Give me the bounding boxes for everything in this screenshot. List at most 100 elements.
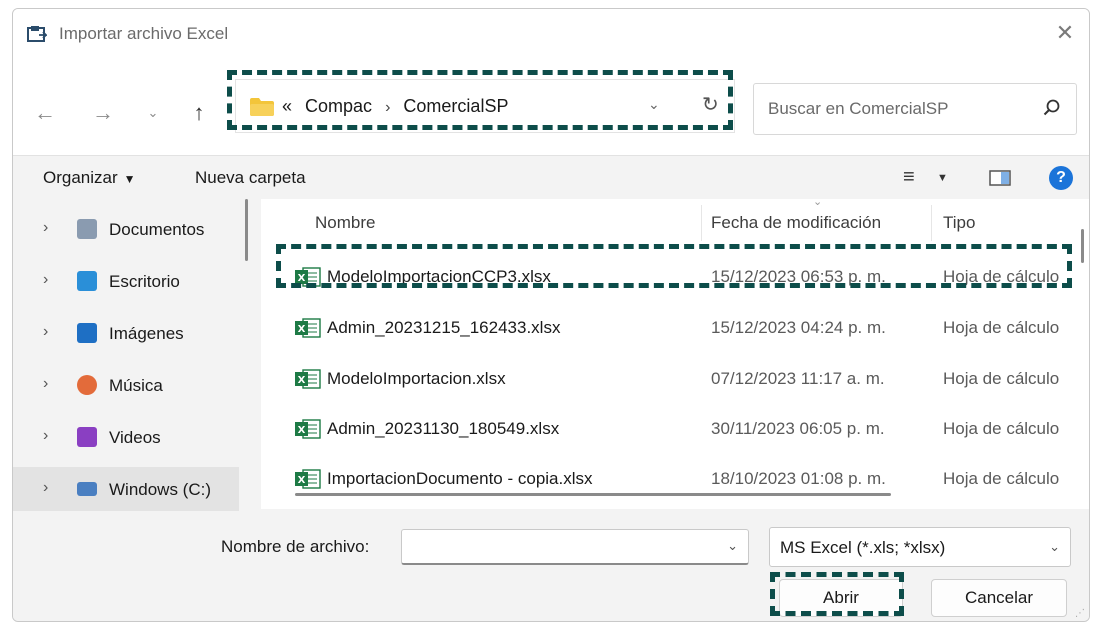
refresh-icon[interactable]: ↻ <box>702 92 719 117</box>
file-date: 18/10/2023 01:08 p. m. <box>711 469 886 488</box>
file-list: ⌄ Nombre Fecha de modificación Tipo X Mo… <box>261 196 1089 509</box>
excel-file-icon: X <box>295 267 321 287</box>
organize-label: Organizar <box>43 168 118 187</box>
title-bar: Importar archivo Excel ✕ <box>13 9 1089 59</box>
view-caret-icon[interactable]: ▼ <box>937 172 948 184</box>
view-options-icon[interactable]: ≡ <box>903 166 915 189</box>
search-input[interactable]: Buscar en ComercialSP <box>768 99 948 119</box>
app-icon <box>27 26 47 42</box>
sort-indicator-icon: ⌄ <box>813 196 823 208</box>
forward-icon[interactable]: → <box>89 99 117 127</box>
sidebar-item-escritorio[interactable]: › Escritorio <box>13 259 239 303</box>
breadcrumb: « Compac › ComercialSP <box>282 96 508 117</box>
breadcrumb-item-compac[interactable]: Compac <box>305 96 372 116</box>
filename-label: Nombre de archivo: <box>221 537 370 556</box>
sidebar-item-label: Videos <box>109 428 161 447</box>
file-name: ModeloImportacion.xlsx <box>327 369 506 388</box>
resize-grip-icon[interactable]: ⋰ <box>1075 608 1085 619</box>
column-header-name[interactable]: Nombre <box>315 213 375 233</box>
sidebar-item-label: Imágenes <box>109 324 184 343</box>
breadcrumb-item-comercialsp[interactable]: ComercialSP <box>403 96 508 116</box>
column-header-type[interactable]: Tipo <box>943 213 975 233</box>
sidebar-item-imagenes[interactable]: › Imágenes <box>13 311 239 355</box>
chevron-down-icon: ⌄ <box>1049 539 1060 554</box>
file-type: Hoja de cálculo <box>943 267 1060 286</box>
expand-chevron-icon[interactable]: › <box>43 479 48 497</box>
help-icon[interactable]: ? <box>1049 166 1073 190</box>
caret-down-icon: ▼ <box>123 172 136 186</box>
svg-text:X: X <box>298 273 306 284</box>
file-row[interactable]: X ModeloImportacionCCP3.xlsx 15/12/2023 … <box>261 253 1089 301</box>
sidebar-item-label: Windows (C:) <box>109 480 212 499</box>
pictures-icon <box>77 323 97 343</box>
excel-file-icon: X <box>295 419 321 439</box>
file-list-horizontal-scrollbar[interactable] <box>295 493 891 496</box>
open-button[interactable]: Abrir <box>779 579 903 617</box>
file-name: ModeloImportacionCCP3.xlsx <box>327 267 551 286</box>
file-type: Hoja de cálculo <box>943 318 1060 337</box>
organize-menu[interactable]: Organizar ▼ <box>43 168 136 188</box>
file-row[interactable]: X Admin_20231130_180549.xlsx 30/11/2023 … <box>261 405 1089 453</box>
expand-chevron-icon[interactable]: › <box>43 375 48 393</box>
address-dropdown-icon[interactable]: ⌄ <box>648 96 660 113</box>
breadcrumb-separator: › <box>385 99 391 116</box>
folder-icon <box>250 98 274 116</box>
column-divider[interactable] <box>701 205 702 241</box>
column-header-date[interactable]: Fecha de modificación <box>711 213 881 233</box>
file-row[interactable]: X ModeloImportacion.xlsx 07/12/2023 11:1… <box>261 355 1089 403</box>
address-bar[interactable]: « Compac › ComercialSP ⌄ ↻ <box>235 79 735 133</box>
filetype-select[interactable]: MS Excel (*.xls; *xlsx) ⌄ <box>769 527 1071 567</box>
search-icon[interactable] <box>1042 98 1062 118</box>
file-type: Hoja de cálculo <box>943 419 1060 438</box>
filename-dropdown-icon[interactable]: ⌄ <box>727 538 738 554</box>
file-date: 15/12/2023 04:24 p. m. <box>711 318 886 337</box>
excel-file-icon: X <box>295 469 321 489</box>
file-name: Admin_20231130_180549.xlsx <box>327 419 560 438</box>
file-type: Hoja de cálculo <box>943 369 1060 388</box>
drive-icon <box>77 482 97 496</box>
excel-file-icon: X <box>295 318 321 338</box>
sidebar-item-musica[interactable]: › Música <box>13 363 239 407</box>
up-folder-icon[interactable]: ↑ <box>185 99 213 127</box>
expand-chevron-icon[interactable]: › <box>43 219 48 237</box>
sidebar-scrollbar[interactable] <box>245 199 248 261</box>
recent-locations-icon[interactable]: ⌄ <box>139 99 167 127</box>
sidebar-item-label: Música <box>109 376 163 395</box>
search-box[interactable]: Buscar en ComercialSP <box>753 83 1077 135</box>
new-folder-button[interactable]: Nueva carpeta <box>195 168 306 188</box>
dialog-footer: Nombre de archivo: ⌄ MS Excel (*.xls; *x… <box>13 511 1089 621</box>
command-bar: Organizar ▼ Nueva carpeta ≡ ▼ ? <box>13 155 1089 199</box>
expand-chevron-icon[interactable]: › <box>43 271 48 289</box>
import-excel-dialog: Importar archivo Excel ✕ ← → ⌄ ↑ « Compa… <box>12 8 1090 622</box>
sidebar-item-videos[interactable]: › Videos <box>13 415 239 459</box>
desktop-icon <box>77 271 97 291</box>
navigation-bar: ← → ⌄ ↑ « Compac › ComercialSP ⌄ ↻ Busca… <box>13 59 1089 155</box>
sidebar-item-documentos[interactable]: › Documentos <box>13 207 239 251</box>
expand-chevron-icon[interactable]: › <box>43 427 48 445</box>
back-icon[interactable]: ← <box>31 99 59 127</box>
preview-pane-icon[interactable] <box>989 170 1011 186</box>
navigation-pane: › Documentos › Escritorio › Imágenes › M… <box>13 199 257 511</box>
music-icon <box>77 375 97 395</box>
file-row[interactable]: X Admin_20231215_162433.xlsx 15/12/2023 … <box>261 304 1089 352</box>
excel-file-icon: X <box>295 369 321 389</box>
sidebar-item-windows-c[interactable]: › Windows (C:) <box>13 467 239 511</box>
svg-text:X: X <box>298 324 306 335</box>
documents-icon <box>77 219 97 239</box>
close-icon[interactable]: ✕ <box>1053 21 1077 45</box>
file-date: 30/11/2023 06:05 p. m. <box>711 419 885 438</box>
column-divider[interactable] <box>931 205 932 241</box>
file-type: Hoja de cálculo <box>943 469 1060 488</box>
dialog-title: Importar archivo Excel <box>59 24 229 43</box>
file-name: ImportacionDocumento - copia.xlsx <box>327 469 593 488</box>
filetype-value: MS Excel (*.xls; *xlsx) <box>780 538 946 557</box>
expand-chevron-icon[interactable]: › <box>43 323 48 341</box>
file-date: 07/12/2023 11:17 a. m. <box>711 369 885 388</box>
filename-field[interactable]: ⌄ <box>401 529 749 565</box>
svg-text:X: X <box>298 375 306 386</box>
svg-text:X: X <box>298 475 306 486</box>
breadcrumb-overflow[interactable]: « <box>282 96 292 116</box>
videos-icon <box>77 427 97 447</box>
cancel-button[interactable]: Cancelar <box>931 579 1067 617</box>
sidebar-item-label: Escritorio <box>109 272 180 291</box>
